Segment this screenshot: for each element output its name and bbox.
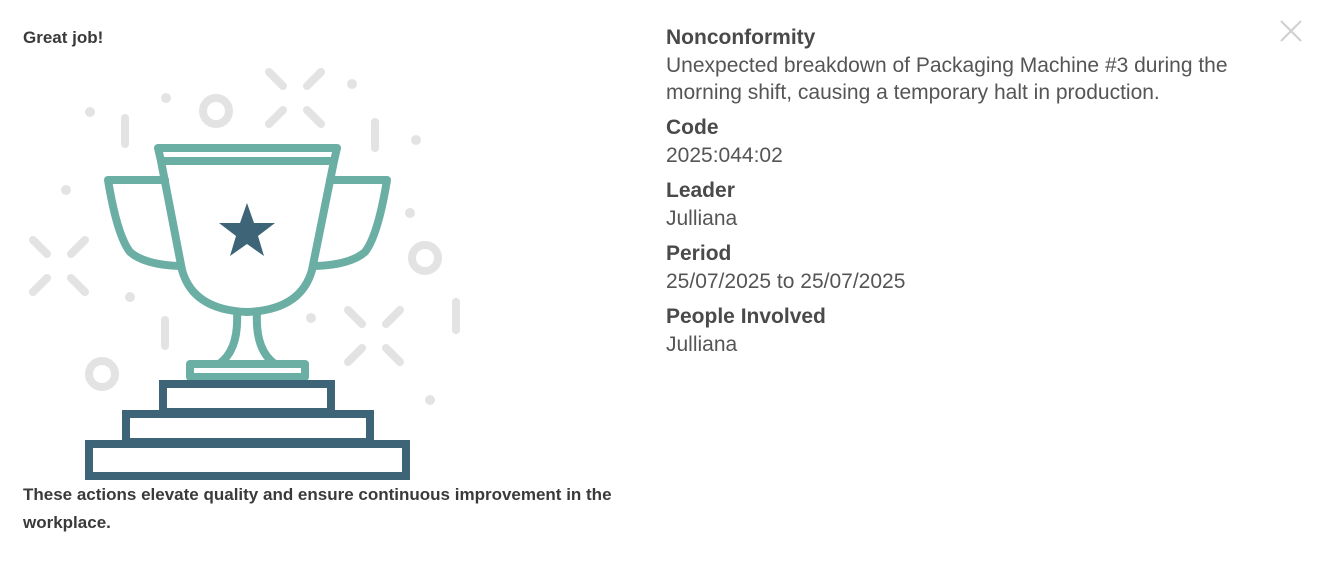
people-involved-value: Julliana: [666, 333, 738, 356]
code-value: 2025:044:02: [666, 144, 783, 167]
period-label: Period: [666, 242, 732, 265]
trophy-cup: [104, 144, 391, 381]
success-modal: Great job! These actions elevate quality…: [0, 0, 1322, 568]
leader-label: Leader: [666, 179, 735, 202]
footer-message: These actions elevate quality and ensure…: [23, 485, 612, 532]
period-field: Period 25/07/2025 to 25/07/2025: [666, 240, 1276, 295]
left-column: Great job!: [23, 24, 648, 52]
period-value: 25/07/2025 to 25/07/2025: [666, 270, 906, 293]
people-involved-field: People Involved Julliana: [666, 303, 1276, 358]
trophy-base: [85, 380, 410, 480]
close-button[interactable]: [1278, 18, 1304, 44]
star-icon: [219, 203, 275, 256]
nonconformity-value: Unexpected breakdown of Packaging Machin…: [666, 54, 1228, 104]
nonconformity-field: Nonconformity Unexpected breakdown of Pa…: [666, 24, 1276, 106]
nonconformity-label: Nonconformity: [666, 26, 816, 49]
leader-field: Leader Julliana: [666, 177, 1276, 232]
leader-value: Julliana: [666, 207, 738, 230]
trophy-icon: [29, 68, 460, 480]
code-label: Code: [666, 116, 719, 139]
details-panel: Nonconformity Unexpected breakdown of Pa…: [666, 24, 1276, 366]
code-field: Code 2025:044:02: [666, 114, 1276, 169]
headline: Great job!: [23, 28, 104, 47]
people-involved-label: People Involved: [666, 305, 826, 328]
close-icon: [1280, 20, 1302, 42]
